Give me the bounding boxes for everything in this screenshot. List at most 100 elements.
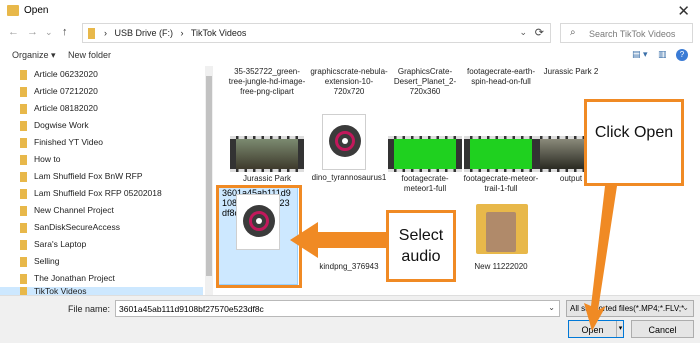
file-name: footagecrate-earth-spin-head-on-full — [466, 67, 536, 86]
close-button[interactable]: ✕ — [677, 2, 690, 20]
sidebar-item-label: Sara's Laptop — [34, 239, 87, 249]
folder-icon — [20, 70, 27, 80]
dialog-footer: File name: 3601a45ab111d9108bf27570e523d… — [0, 295, 700, 343]
command-bar: Organize ▾ New folder ▤ ▾ ▥ ? — [0, 46, 700, 66]
folder-icon — [88, 28, 95, 39]
open-button-label: Open — [581, 325, 604, 335]
sidebar-item-label: The Jonathan Project — [34, 273, 115, 283]
sidebar-item-finished-yt-video[interactable]: Finished YT Video — [0, 134, 203, 151]
file-name-label: File name: — [68, 304, 111, 314]
file-name: Jurassic Park 2 — [543, 67, 599, 76]
up-button[interactable]: ↑ — [62, 26, 68, 38]
callout-select-audio: Select audio — [386, 210, 456, 282]
scrollbar-thumb[interactable] — [206, 76, 212, 276]
file-name: footagecrate-meteor-trail-1-full — [463, 174, 539, 193]
folder-icon — [20, 104, 27, 114]
sidebar-item-lam-shuffield-fox-rfp[interactable]: Lam Shuffield Fox RFP 05202018 — [0, 185, 203, 202]
refresh-button[interactable]: ⟳ — [535, 26, 544, 39]
sidebar-item-label: Lam Shuffield Fox RFP 05202018 — [34, 188, 162, 198]
folder-icon — [20, 206, 27, 216]
open-button[interactable]: Open ▾ — [568, 320, 624, 338]
sidebar-item-label: New Channel Project — [34, 205, 114, 215]
recent-locations-button[interactable]: ⌄ — [45, 27, 53, 38]
breadcrumb-tiktok-videos[interactable]: TikTok Videos — [191, 28, 247, 38]
file-name-value: 3601a45ab111d9108bf27570e523df8c — [119, 304, 264, 314]
folder-icon — [476, 204, 528, 254]
callout-click-open: Click Open — [584, 99, 684, 186]
sidebar-item-label: Article 06232020 — [34, 69, 98, 79]
title-bar: Open ✕ — [0, 0, 700, 22]
file-name: 35-352722_green-tree-jungle-hd-image-fre… — [228, 67, 306, 96]
organize-button[interactable]: Organize ▾ — [12, 50, 56, 61]
sidebar-item-label: Dogwise Work — [34, 120, 89, 130]
file-name: GraphicsCrate-Desert_Planet_2-720x360 — [393, 67, 457, 96]
chevron-down-icon[interactable]: ⌄ — [548, 303, 555, 312]
sidebar-item-selling[interactable]: Selling — [0, 253, 203, 270]
sidebar-item-article-07212020[interactable]: Article 07212020 — [0, 83, 203, 100]
folder-icon — [20, 138, 27, 148]
sidebar-item-label: Article 08182020 — [34, 103, 98, 113]
sidebar-item-saras-laptop[interactable]: Sara's Laptop — [0, 236, 203, 253]
folder-icon — [20, 257, 27, 267]
new-folder-button[interactable]: New folder — [68, 50, 111, 60]
sidebar-item-label: Article 07212020 — [34, 86, 98, 96]
folder-icon — [20, 240, 27, 250]
address-row: ← → ⌄ ↑ › USB Drive (F:) › TikTok Videos… — [0, 22, 700, 44]
back-button[interactable]: ← — [8, 26, 19, 38]
search-icon: ⌕ — [570, 27, 576, 38]
file-name: footagecrate-meteor1-full — [401, 174, 449, 193]
video-thumbnail — [388, 136, 462, 172]
forward-button[interactable]: → — [27, 26, 38, 38]
sidebar-item-how-to[interactable]: How to — [0, 151, 203, 168]
sidebar-scrollbar[interactable] — [205, 66, 213, 295]
folder-icon — [20, 223, 27, 233]
help-icon[interactable]: ? — [676, 49, 688, 61]
view-controls: ▤ ▾ ▥ ? — [632, 49, 692, 63]
sidebar-item-label: How to — [34, 154, 61, 164]
sidebar-item-new-channel-project[interactable]: New Channel Project — [0, 202, 203, 219]
sidebar-item-dogwise-work[interactable]: Dogwise Work — [0, 117, 203, 134]
breadcrumb-separator: › — [180, 28, 184, 38]
music-disc-icon — [329, 125, 361, 157]
folder-icon — [20, 172, 27, 182]
folder-icon — [20, 189, 27, 199]
breadcrumb: › USB Drive (F:) › TikTok Videos — [104, 28, 251, 38]
folder-icon — [20, 287, 27, 295]
cancel-button-label: Cancel — [648, 325, 677, 335]
sidebar-item-label: Lam Shuffield Fox BnW RFP — [34, 171, 143, 181]
image-thumbnail: ✦ — [354, 230, 365, 244]
sidebar-item-the-jonathan-project[interactable]: The Jonathan Project — [0, 270, 203, 287]
file-name: kindpng_376943 — [319, 262, 379, 271]
sidebar-item-article-08182020[interactable]: Article 08182020 — [0, 100, 203, 117]
selection-highlight-annotation — [216, 185, 302, 288]
change-view-button[interactable]: ▤ ▾ — [632, 49, 648, 60]
search-input[interactable]: ⌕ Search TikTok Videos — [560, 23, 693, 43]
sidebar-item-label: TikTok Videos — [34, 287, 87, 295]
file-type-select[interactable]: All supported files(*.MP4;*.FLV;* ⌄ — [566, 300, 694, 317]
sidebar-item-article-06232020[interactable]: Article 06232020 — [0, 66, 203, 83]
sidebar-item-sandisksecureaccess[interactable]: SanDiskSecureAccess — [0, 219, 203, 236]
folder-icon — [20, 155, 27, 165]
folder-icon — [20, 121, 27, 131]
open-split-dropdown[interactable]: ▾ — [616, 321, 624, 337]
search-placeholder: Search TikTok Videos — [589, 29, 676, 39]
audio-file-icon — [322, 114, 366, 170]
file-name-field[interactable]: 3601a45ab111d9108bf27570e523df8c ⌄ — [115, 300, 560, 317]
cancel-button[interactable]: Cancel — [631, 320, 694, 338]
video-thumbnail — [230, 136, 304, 172]
sidebar-item-lam-shuffield-fox-bnw-rfp[interactable]: Lam Shuffield Fox BnW RFP — [0, 168, 203, 185]
navigation-pane: Article 06232020 Article 07212020 Articl… — [0, 66, 213, 295]
chevron-down-icon[interactable]: ⌄ — [682, 303, 689, 312]
file-name: dino_tyrannosaurus1 — [311, 173, 387, 182]
folder-icon — [20, 274, 27, 284]
sidebar-item-label: SanDiskSecureAccess — [34, 222, 120, 232]
sidebar-item-tiktok-videos[interactable]: TikTok Videos — [0, 287, 203, 295]
sidebar-item-label: Selling — [34, 256, 60, 266]
chevron-down-icon[interactable]: ⌄ — [519, 27, 527, 38]
breadcrumb-usb-drive[interactable]: USB Drive (F:) — [115, 28, 174, 38]
address-bar[interactable]: › USB Drive (F:) › TikTok Videos ⌄ ⟳ — [82, 23, 551, 43]
sidebar-item-label: Finished YT Video — [34, 137, 103, 147]
preview-pane-button[interactable]: ▥ — [658, 49, 667, 60]
folder-icon — [20, 87, 27, 97]
breadcrumb-separator: › — [104, 28, 107, 38]
